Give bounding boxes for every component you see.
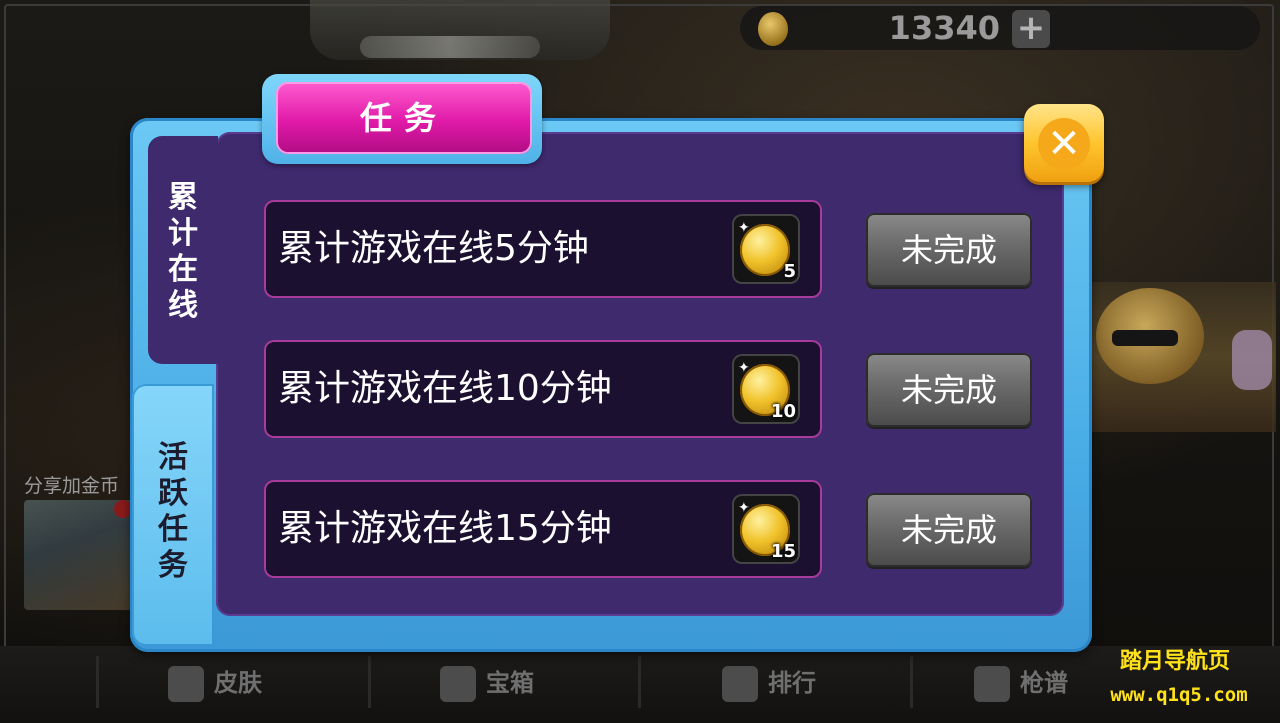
medal-icon bbox=[722, 666, 758, 702]
task-status-button[interactable]: 未完成 bbox=[866, 493, 1032, 567]
task-status-button[interactable]: 未完成 bbox=[866, 213, 1032, 287]
close-icon: ✕ bbox=[1038, 118, 1090, 170]
nav-item-skins[interactable]: 皮肤 bbox=[168, 660, 262, 706]
tab-label: 活 跃 任 务 bbox=[158, 440, 188, 583]
close-button[interactable]: ✕ bbox=[1024, 104, 1104, 182]
nav-divider bbox=[910, 656, 913, 708]
background-lamp-tube bbox=[360, 36, 540, 58]
tab-label: 累 计 在 线 bbox=[168, 180, 198, 323]
task-status-button[interactable]: 未完成 bbox=[866, 353, 1032, 427]
reward-amount: 10 bbox=[770, 401, 796, 422]
watermark-title: 踏月导航页 bbox=[1119, 649, 1230, 674]
coin-balance-bar bbox=[740, 6, 1260, 50]
nav-divider bbox=[638, 656, 641, 708]
character-goggles bbox=[1112, 330, 1178, 346]
tab-online-time[interactable]: 累 计 在 线 bbox=[148, 136, 218, 364]
nav-divider bbox=[96, 656, 99, 708]
reward-box: ✦ 5 bbox=[732, 214, 800, 284]
task-row: 累计游戏在线10分钟 ✦ 10 bbox=[264, 340, 822, 438]
reward-amount: 5 bbox=[783, 261, 796, 282]
chest-icon bbox=[440, 666, 476, 702]
share-coins-label: 分享加金币 bbox=[24, 475, 120, 497]
task-description: 累计游戏在线15分钟 bbox=[278, 508, 612, 549]
pistol-icon bbox=[974, 666, 1010, 702]
add-coins-button[interactable]: + bbox=[1012, 10, 1050, 48]
reward-box: ✦ 10 bbox=[732, 354, 800, 424]
nav-item-ranking[interactable]: 排行 bbox=[722, 660, 816, 706]
tab-active-tasks[interactable]: 活 跃 任 务 bbox=[132, 384, 214, 646]
task-description: 累计游戏在线10分钟 bbox=[278, 368, 612, 409]
reward-box: ✦ 15 bbox=[732, 494, 800, 564]
jacket-icon bbox=[168, 666, 204, 702]
sparkle-icon: ✦ bbox=[738, 500, 750, 516]
task-description: 累计游戏在线5分钟 bbox=[278, 228, 589, 269]
sparkle-icon: ✦ bbox=[738, 220, 750, 236]
task-row: 累计游戏在线5分钟 ✦ 5 bbox=[264, 200, 822, 298]
watermark-url: www.q1q5.com bbox=[1110, 684, 1248, 706]
dialog-title: 任务 bbox=[359, 99, 448, 137]
sparkle-icon: ✦ bbox=[738, 360, 750, 376]
character-hand bbox=[1232, 330, 1272, 390]
coin-icon bbox=[758, 12, 788, 46]
coin-balance-value: 13340 bbox=[888, 9, 1000, 47]
reward-amount: 15 bbox=[770, 541, 796, 562]
nav-item-chests[interactable]: 宝箱 bbox=[440, 660, 534, 706]
nav-item-weapons[interactable]: 枪谱 bbox=[974, 660, 1068, 706]
task-row: 累计游戏在线15分钟 ✦ 15 bbox=[264, 480, 822, 578]
nav-divider bbox=[368, 656, 371, 708]
